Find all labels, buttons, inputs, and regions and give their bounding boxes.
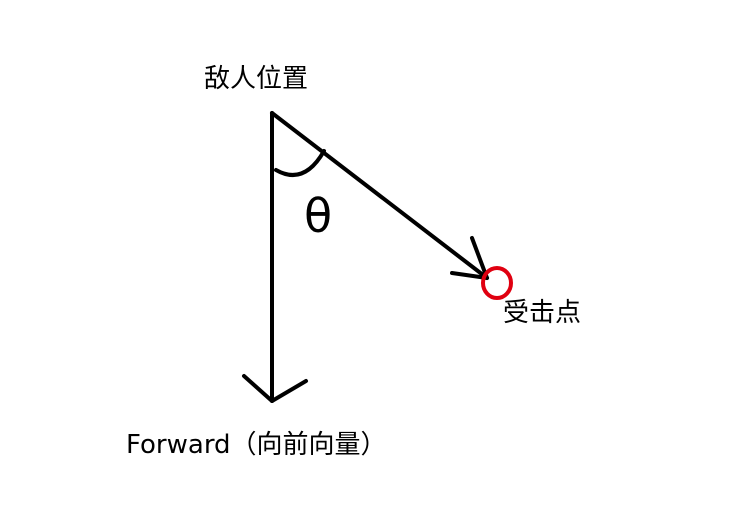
forward-vector-label: Forward（向前向量） [126,430,387,460]
angle-theta-label: θ [304,189,333,243]
enemy-position-label: 敌人位置 [204,64,309,94]
diagram-canvas: 敌人位置 θ 受击点 Forward（向前向量） [0,0,734,526]
angle-arc [274,149,326,177]
forward-vector-arrowhead [242,374,308,403]
hit-point-label: 受击点 [503,298,582,328]
